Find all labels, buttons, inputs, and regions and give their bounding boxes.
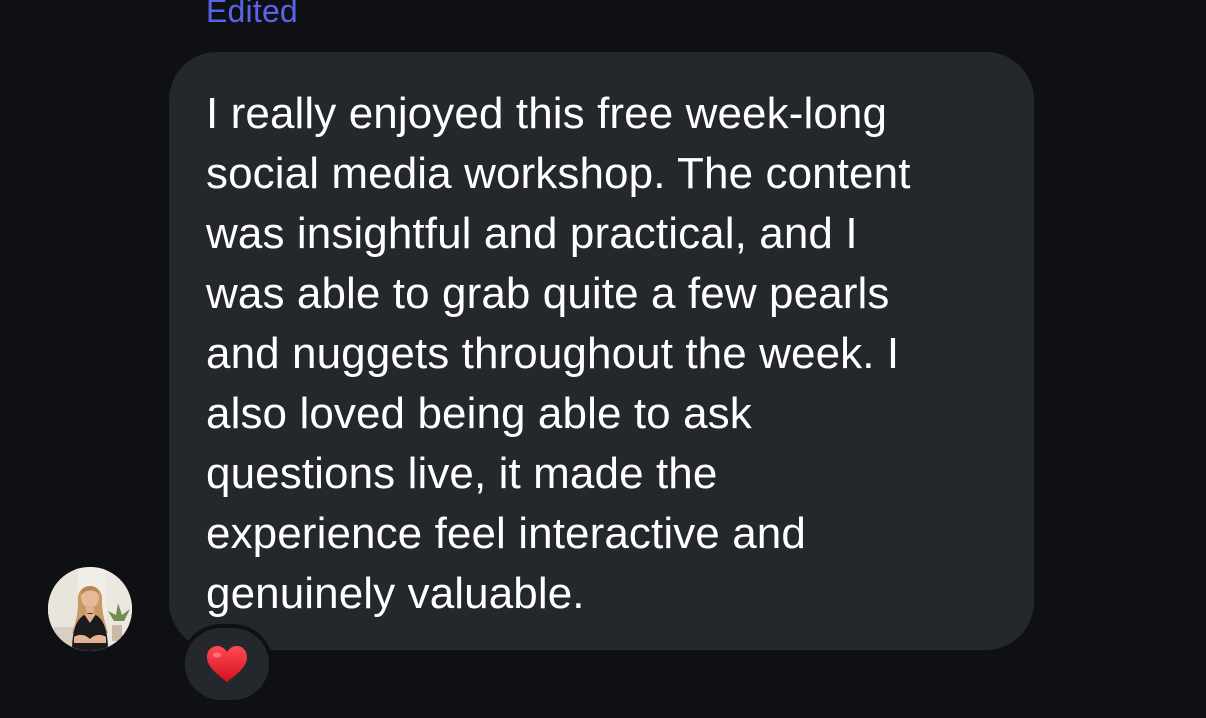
message-bubble[interactable]: I really enjoyed this free week-long soc…	[169, 52, 1034, 650]
message-line: also loved being able to ask	[206, 389, 752, 438]
avatar[interactable]	[48, 567, 132, 651]
message-line: questions live, it made the	[206, 449, 718, 498]
red-heart-icon	[207, 646, 247, 682]
edited-label: Edited	[206, 0, 298, 29]
message-line: social media workshop. The content	[206, 149, 911, 198]
user-avatar-photo-icon	[48, 567, 132, 651]
message-line: was insightful and practical, and I	[206, 209, 858, 258]
reaction-container[interactable]	[185, 628, 269, 700]
message-text: I really enjoyed this free week-long soc…	[206, 84, 1016, 624]
reaction-pill[interactable]	[181, 624, 273, 704]
message-line: genuinely valuable.	[206, 569, 585, 618]
message-line: experience feel interactive and	[206, 509, 806, 558]
message-line: I really enjoyed this free week-long	[206, 89, 888, 138]
message-line: and nuggets throughout the week. I	[206, 329, 900, 378]
message-line: was able to grab quite a few pearls	[206, 269, 890, 318]
